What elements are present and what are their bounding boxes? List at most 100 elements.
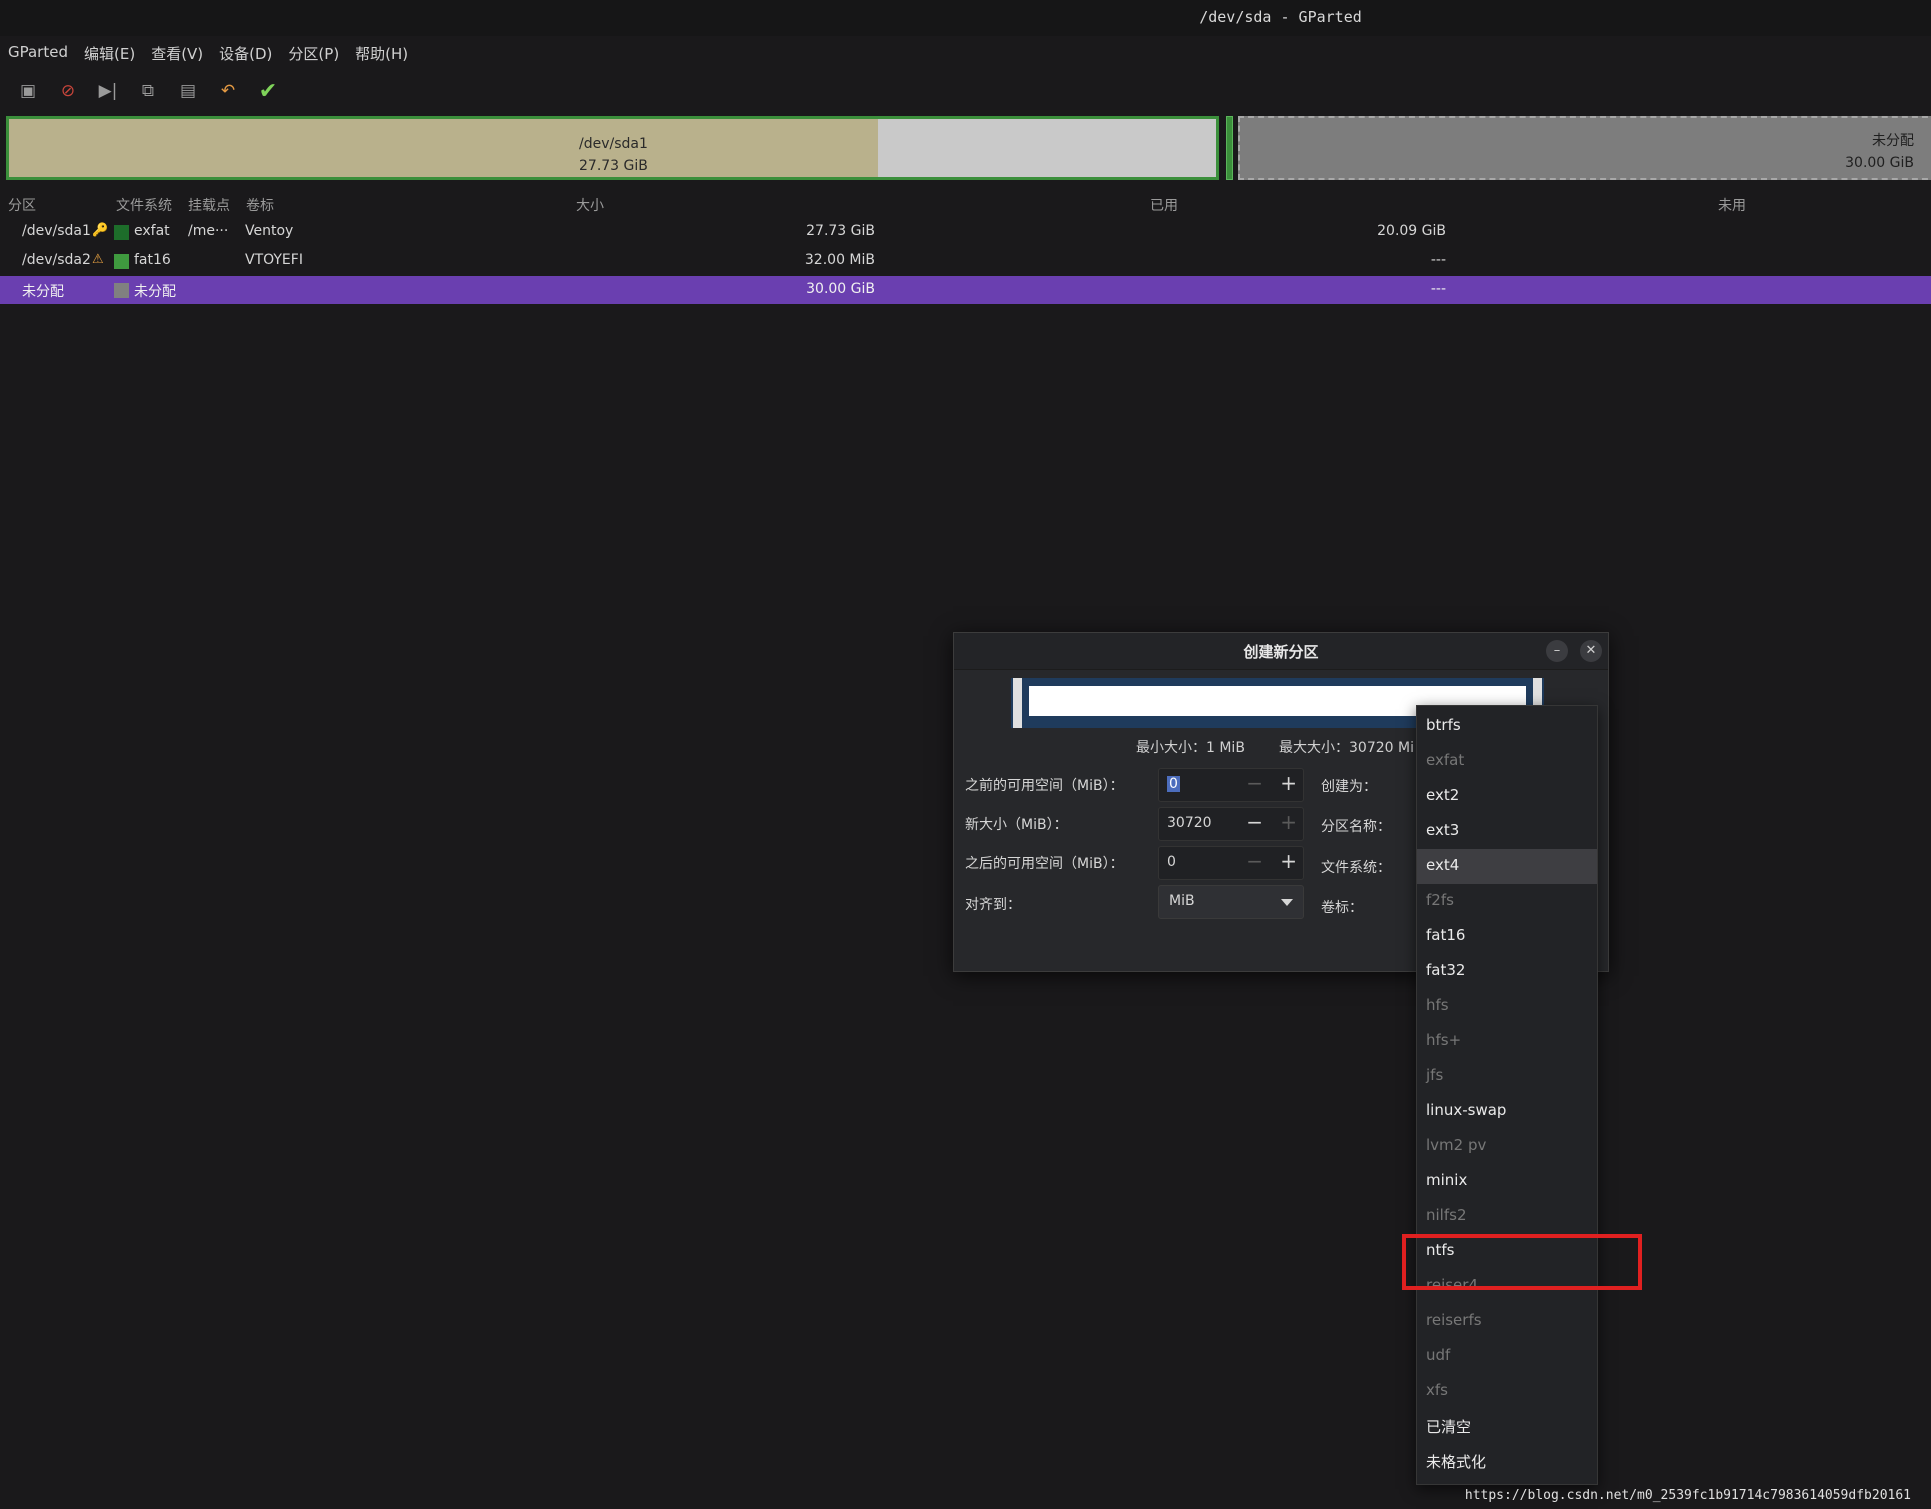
resize-move-icon[interactable]: ▶| (88, 76, 128, 106)
col-unused[interactable]: 未用 (1718, 195, 1746, 215)
minimize-icon[interactable]: – (1546, 640, 1568, 662)
close-icon[interactable]: ✕ (1580, 640, 1602, 662)
window-title: /dev/sda - GParted (1199, 8, 1362, 26)
filesystem-option[interactable]: 已清空 (1417, 1409, 1597, 1444)
menu-item-1[interactable]: 编辑(E) (76, 40, 143, 68)
col-partition[interactable]: 分区 (8, 195, 36, 215)
filesystem-option[interactable]: ext3 (1417, 814, 1597, 849)
after-space-value[interactable]: 0 (1167, 854, 1176, 870)
align-select[interactable]: MiB (1158, 885, 1304, 919)
disk-segment-sda2[interactable] (1226, 116, 1233, 180)
plus-icon[interactable]: + (1280, 771, 1297, 795)
filesystem-option-label: ext2 (1426, 786, 1460, 804)
col-used[interactable]: 已用 (1150, 195, 1178, 215)
filesystem-option[interactable]: hfs+ (1417, 1024, 1597, 1059)
min-size-label: 最小大小：1 MiB (1136, 740, 1245, 756)
filesystem-option-label: udf (1426, 1346, 1451, 1364)
plus-icon[interactable]: + (1280, 810, 1297, 834)
filesystem-option-label: hfs (1426, 996, 1449, 1014)
filesystem-cell: fat16 (134, 252, 171, 268)
filesystem-option[interactable]: btrfs (1417, 709, 1597, 744)
menu-bar: GParted 编辑(E) 查看(V) 设备(D) 分区(P) 帮助(H) (0, 40, 416, 68)
filesystem-option[interactable]: exfat (1417, 744, 1597, 779)
disk-segment-sda1[interactable]: /dev/sda1 27.73 GiB (6, 116, 1219, 180)
filesystem-option[interactable]: hfs (1417, 989, 1597, 1024)
dialog-header: 创建新分区 – ✕ (954, 633, 1608, 670)
segment-name: /dev/sda1 (579, 136, 648, 152)
segment-size: 27.73 GiB (579, 158, 648, 174)
filesystem-option[interactable]: jfs (1417, 1059, 1597, 1094)
filesystem-option-label: btrfs (1426, 716, 1461, 734)
disk-segment-unallocated[interactable]: 未分配 30.00 GiB (1238, 116, 1931, 180)
filesystem-option-label: 已清空 (1426, 1418, 1472, 1436)
minus-icon[interactable]: − (1246, 771, 1263, 795)
volume-label-label: 卷标： (1321, 900, 1363, 916)
after-space-spinner[interactable]: 0 − + (1158, 846, 1304, 880)
col-size[interactable]: 大小 (576, 195, 604, 215)
menu-item-0[interactable]: GParted (0, 40, 76, 68)
filesystem-color-swatch (114, 283, 129, 298)
filesystem-label: 文件系统： (1321, 860, 1391, 876)
filesystem-option[interactable]: linux-swap (1417, 1094, 1597, 1129)
filesystem-option-label: nilfs2 (1426, 1206, 1467, 1224)
paste-icon[interactable]: ▤ (168, 76, 208, 106)
title-bar: /dev/sda - GParted (0, 0, 1931, 36)
create-as-label: 创建为： (1321, 779, 1377, 795)
new-icon[interactable]: ▣ (8, 76, 48, 106)
filesystem-option-label: fat32 (1426, 961, 1466, 979)
filesystem-option-label: fat16 (1426, 926, 1466, 944)
delete-icon[interactable]: ⊘ (48, 76, 88, 106)
menu-item-3[interactable]: 设备(D) (211, 40, 280, 68)
mountpoint-cell: /me··· (188, 223, 229, 239)
filesystem-option[interactable]: f2fs (1417, 884, 1597, 919)
size-cell: 32.00 MiB (804, 252, 875, 268)
watermark: https://blog.csdn.net/m0_2539fc1b91714c7… (1464, 1488, 1911, 1503)
filesystem-option[interactable]: nilfs2 (1417, 1199, 1597, 1234)
col-label[interactable]: 卷标 (246, 195, 274, 215)
filesystem-option-label: hfs+ (1426, 1031, 1462, 1049)
used-cell: 20.09 GiB (1377, 223, 1446, 239)
filesystem-option[interactable]: reiserfs (1417, 1304, 1597, 1339)
filesystem-option[interactable]: 未格式化 (1417, 1444, 1597, 1479)
status-icon: ⚠ (92, 252, 104, 267)
col-filesystem[interactable]: 文件系统 (116, 195, 172, 215)
filesystem-cell: exfat (134, 223, 170, 239)
undo-icon[interactable]: ↶ (208, 76, 248, 106)
partition-cell: /dev/sda2 (22, 252, 91, 268)
filesystem-option-label: minix (1426, 1171, 1468, 1189)
before-space-spinner[interactable]: 0 − + (1158, 768, 1304, 802)
partition-cell: 未分配 (22, 284, 64, 300)
used-cell: --- (1430, 252, 1446, 268)
filesystem-option[interactable]: udf (1417, 1339, 1597, 1374)
new-size-value[interactable]: 30720 (1167, 815, 1212, 831)
apply-icon[interactable]: ✔ (248, 76, 288, 106)
table-row[interactable]: /dev/sda1 🔑 exfat/me··· Ventoy 20.09 GiB 27.7… (0, 218, 1931, 246)
before-space-value[interactable]: 0 (1167, 776, 1180, 792)
label-cell: VTOYEFI (245, 252, 303, 268)
filesystem-option[interactable]: minix (1417, 1164, 1597, 1199)
plus-icon[interactable]: + (1280, 849, 1297, 873)
menu-item-2[interactable]: 查看(V) (143, 40, 211, 68)
col-mountpoint[interactable]: 挂载点 (188, 195, 230, 215)
filesystem-option[interactable]: ext4 (1417, 849, 1597, 884)
filesystem-option[interactable]: ext2 (1417, 779, 1597, 814)
before-space-label: 之前的可用空间（MiB）： (965, 778, 1124, 794)
new-size-spinner[interactable]: 30720 − + (1158, 807, 1304, 841)
left-resize-handle[interactable] (1013, 678, 1022, 728)
minus-icon[interactable]: − (1246, 849, 1263, 873)
used-space-bar (9, 119, 879, 177)
filesystem-option-label: jfs (1426, 1066, 1444, 1084)
filesystem-option[interactable]: fat32 (1417, 954, 1597, 989)
menu-item-5[interactable]: 帮助(H) (347, 40, 416, 68)
chevron-down-icon (1281, 899, 1293, 906)
filesystem-option[interactable]: lvm2 pv (1417, 1129, 1597, 1164)
table-row[interactable]: /dev/sda2 ⚠ fat16 VTOYEFI --- 32.00 MiB (0, 247, 1931, 275)
filesystem-option[interactable]: fat16 (1417, 919, 1597, 954)
filesystem-option[interactable]: xfs (1417, 1374, 1597, 1409)
menu-item-4[interactable]: 分区(P) (280, 40, 347, 68)
minus-icon[interactable]: − (1246, 810, 1263, 834)
segment-size: 30.00 GiB (1845, 155, 1914, 171)
table-header: 分区 文件系统 挂载点 卷标 大小 已用 未用 (0, 192, 1931, 216)
table-row[interactable]: 未分配 未分配 --- 30.00 GiB (0, 276, 1931, 304)
copy-icon[interactable]: ⧉ (128, 76, 168, 106)
